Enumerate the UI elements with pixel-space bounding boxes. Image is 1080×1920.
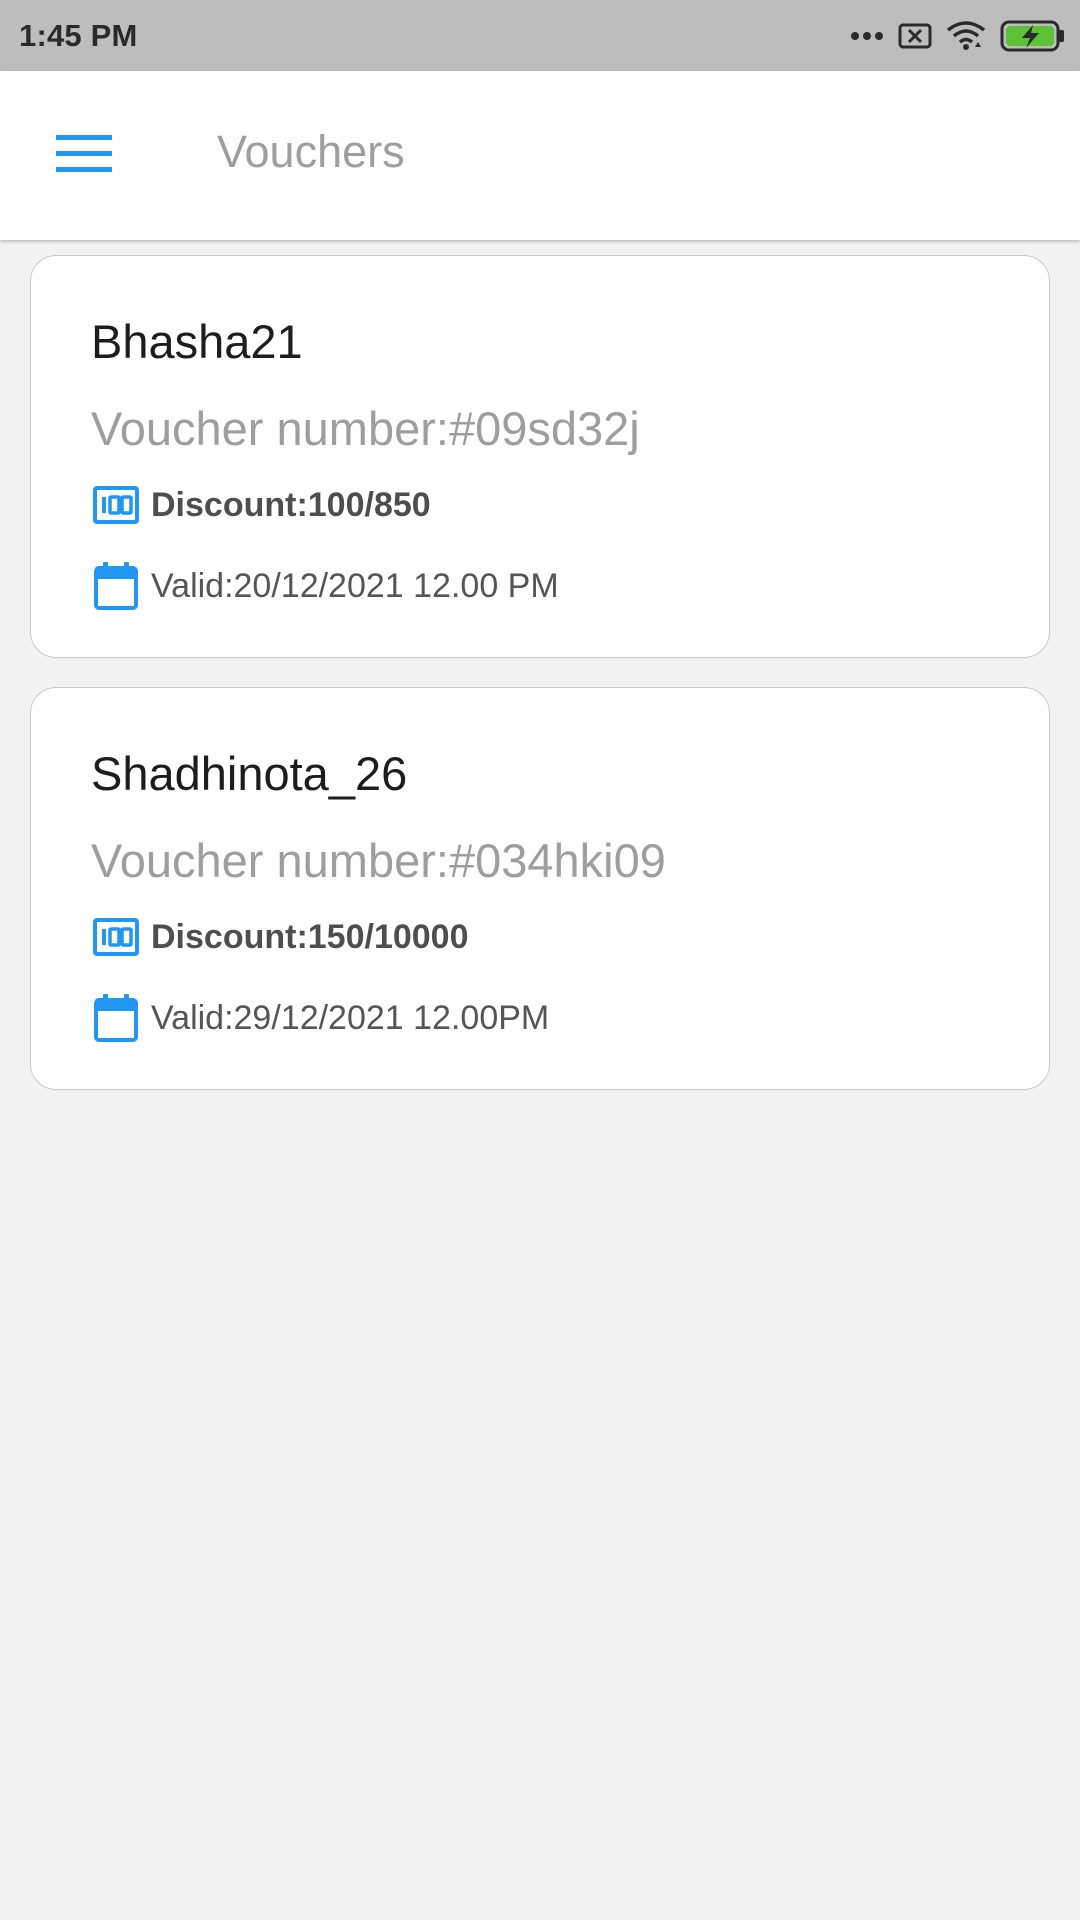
voucher-number: Voucher number:#034hki09 [91,834,666,887]
discount-counter-icon [93,918,139,956]
discount-row: Discount:100/850 [93,480,431,530]
app-bar: Vouchers [0,71,1080,240]
status-time: 1:45 PM [19,18,138,53]
hamburger-menu-icon [56,133,112,178]
status-bar: 1:45 PM [0,0,1080,71]
menu-button[interactable] [40,111,128,199]
battery-charging-icon [1000,20,1066,52]
discount-row: Discount:150/10000 [93,912,469,962]
valid-row: Valid:20/12/2021 12.00 PM [93,559,559,613]
voucher-list: Bhasha21 Voucher number:#09sd32j Discoun… [30,255,1050,1119]
voucher-card[interactable]: Shadhinota_26 Voucher number:#034hki09 D… [30,687,1050,1090]
valid-text: Valid:20/12/2021 12.00 PM [151,566,559,605]
calendar-icon [93,993,139,1043]
voucher-name: Bhasha21 [91,315,303,368]
voucher-name: Shadhinota_26 [91,747,408,800]
valid-text: Valid:29/12/2021 12.00PM [151,998,550,1037]
calendar-icon [93,561,139,611]
discount-counter-icon [93,486,139,524]
voucher-number: Voucher number:#09sd32j [91,402,640,455]
more-dots-icon [850,31,884,41]
discount-text: Discount:150/10000 [151,917,469,956]
wifi-icon [946,20,986,52]
valid-row: Valid:29/12/2021 12.00PM [93,991,549,1045]
voucher-card[interactable]: Bhasha21 Voucher number:#09sd32j Discoun… [30,255,1050,658]
discount-text: Discount:100/850 [151,485,431,524]
status-icons [850,18,1066,54]
page-title: Vouchers [217,126,405,177]
sim-missing-icon [898,23,932,49]
